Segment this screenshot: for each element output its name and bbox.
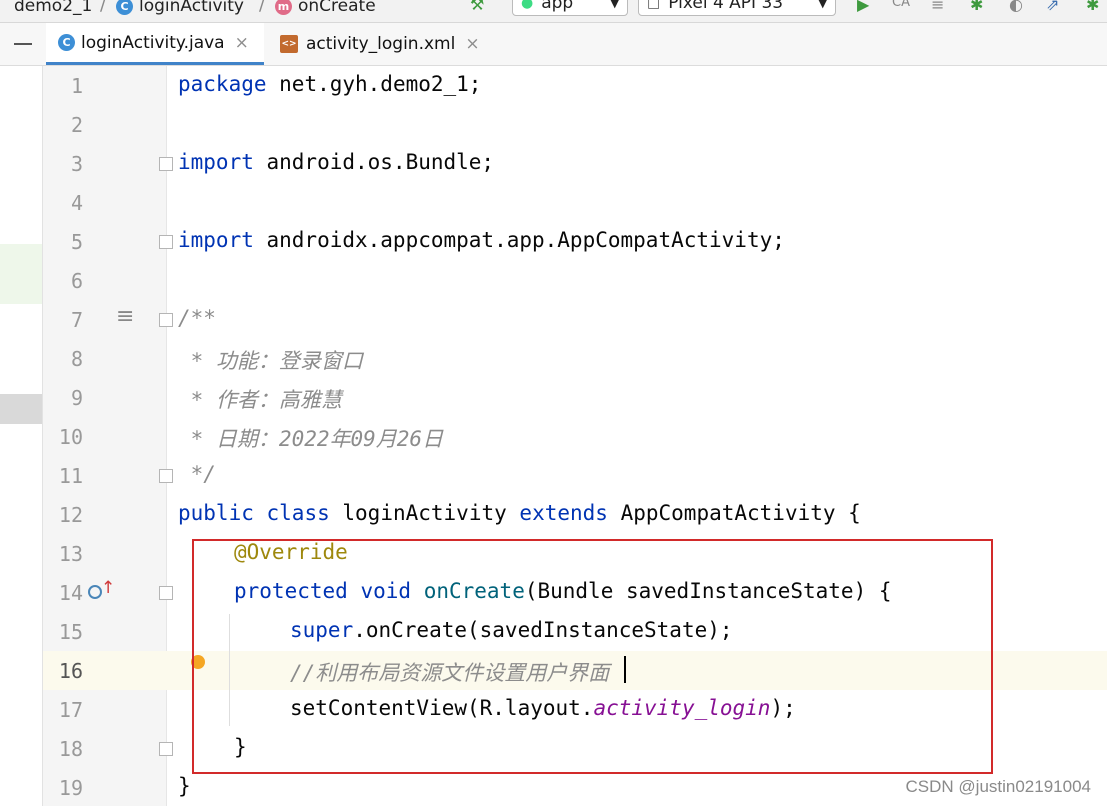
highlight-box: [192, 539, 993, 774]
run-config-dropdown[interactable]: ● app ▼: [512, 0, 628, 16]
line-number: 10: [58, 425, 83, 449]
navigation-bar: demo2_1 / CloginActivity / m onCreate ⚒ ●…: [0, 0, 1107, 23]
java-class-icon: C: [58, 34, 75, 51]
fold-marker-icon[interactable]: [159, 586, 173, 600]
breadcrumb-class-label: loginActivity: [139, 0, 244, 16]
code-line-10[interactable]: * 日期：2022年09月26日: [178, 423, 443, 453]
code-line-7[interactable]: /**: [178, 306, 216, 330]
line-number: 19: [58, 776, 83, 800]
tab-label: activity_login.xml: [306, 34, 456, 54]
reader-mode-icon[interactable]: ≡: [116, 304, 134, 329]
code-text: androidx.appcompat.app.AppCompatActivity…: [253, 228, 785, 252]
code-text: AppCompatActivity {: [620, 501, 861, 525]
code-line-8[interactable]: * 功能：登录窗口: [178, 345, 363, 375]
breadcrumb-method[interactable]: m onCreate: [275, 0, 376, 20]
line-number: 4: [70, 191, 83, 215]
fold-marker-icon[interactable]: [159, 157, 173, 171]
code-text: net.gyh.demo2_1;: [266, 72, 482, 96]
left-tool-panel: [0, 66, 43, 806]
breadcrumb-separator: /: [259, 0, 266, 15]
keyword: import: [178, 228, 254, 252]
code-line-3[interactable]: import android.os.Bundle;: [178, 150, 494, 174]
run-config-label: app: [541, 0, 574, 13]
tab-activity-login-xml[interactable]: <> activity_login.xml ×: [280, 23, 480, 65]
fold-marker-icon[interactable]: [159, 235, 173, 249]
code-line-5[interactable]: import androidx.appcompat.app.AppCompatA…: [178, 228, 785, 252]
fold-marker-icon[interactable]: [159, 469, 173, 483]
chevron-down-icon: ▼: [610, 0, 619, 10]
apply-changes-icon[interactable]: CA: [892, 0, 910, 10]
breadcrumb-class[interactable]: CloginActivity: [116, 0, 244, 20]
class-name: loginActivity: [342, 501, 507, 525]
override-method-icon[interactable]: [88, 585, 102, 599]
code-line-12[interactable]: public class loginActivity extends AppCo…: [178, 501, 861, 525]
breadcrumb-project-label: demo2_1: [14, 0, 93, 16]
code-line-11[interactable]: */: [178, 462, 216, 486]
editor-tab-bar: C loginActivity.java × <> activity_login…: [0, 23, 1107, 66]
line-number: 12: [58, 503, 83, 527]
tab-loginactivity-java[interactable]: C loginActivity.java ×: [46, 23, 264, 65]
line-number: 18: [58, 737, 83, 761]
line-number: 15: [58, 620, 83, 644]
run-icon[interactable]: ▶: [857, 0, 869, 14]
keyword: extends: [519, 501, 608, 525]
fold-marker-icon[interactable]: [159, 313, 173, 327]
changed-lines-marker: [0, 244, 42, 304]
line-number: 16: [58, 659, 83, 683]
selected-row-marker: [0, 394, 42, 424]
class-icon: C: [116, 0, 133, 15]
line-number: 14: [58, 581, 83, 605]
debug-icon[interactable]: ✱: [970, 0, 983, 14]
method-icon: m: [275, 0, 292, 15]
minimize-icon[interactable]: [14, 43, 32, 45]
tab-label: loginActivity.java: [81, 32, 225, 53]
device-manager-icon[interactable]: ✱: [1086, 0, 1099, 14]
code-line-9[interactable]: * 作者：高雅慧: [178, 384, 342, 414]
line-number: 9: [70, 386, 83, 410]
keyword: class: [266, 501, 330, 525]
apply-code-changes-icon[interactable]: ≡: [931, 0, 944, 14]
watermark: CSDN @justin02191004: [905, 777, 1091, 796]
device-dropdown[interactable]: □ Pixel 4 API 33 ▼: [638, 0, 836, 16]
line-number: 1: [70, 74, 83, 98]
line-number: 6: [70, 269, 83, 293]
android-icon: ●: [521, 0, 534, 11]
keyword: public: [178, 501, 254, 525]
code-line-19[interactable]: }: [178, 774, 191, 798]
line-number: 17: [58, 698, 83, 722]
line-number: 5: [70, 230, 83, 254]
line-number: 13: [58, 542, 83, 566]
line-number: 8: [70, 347, 83, 371]
keyword: package: [178, 72, 267, 96]
breadcrumb-project[interactable]: demo2_1: [14, 0, 92, 20]
line-number: 7: [70, 308, 83, 332]
close-icon[interactable]: ×: [465, 34, 479, 54]
attach-debugger-icon[interactable]: ⇗: [1046, 0, 1059, 14]
breadcrumb-method-label: onCreate: [298, 0, 376, 16]
arrow-up-icon: ↑: [101, 578, 116, 598]
build-hammer-icon[interactable]: ⚒: [470, 0, 484, 14]
code-line-1[interactable]: package net.gyh.demo2_1;: [178, 72, 481, 96]
line-number: 3: [70, 152, 83, 176]
device-label: Pixel 4 API 33: [668, 0, 784, 13]
xml-file-icon: <>: [280, 35, 298, 53]
device-icon: □: [647, 0, 661, 11]
close-icon[interactable]: ×: [235, 33, 249, 53]
chevron-down-icon: ▼: [818, 0, 827, 10]
fold-marker-icon[interactable]: [159, 742, 173, 756]
line-number: 2: [70, 113, 83, 137]
profile-icon[interactable]: ◐: [1009, 0, 1023, 14]
breadcrumb-separator: /: [100, 0, 107, 15]
code-text: android.os.Bundle;: [253, 150, 495, 174]
line-number: 11: [58, 464, 83, 488]
keyword: import: [178, 150, 254, 174]
